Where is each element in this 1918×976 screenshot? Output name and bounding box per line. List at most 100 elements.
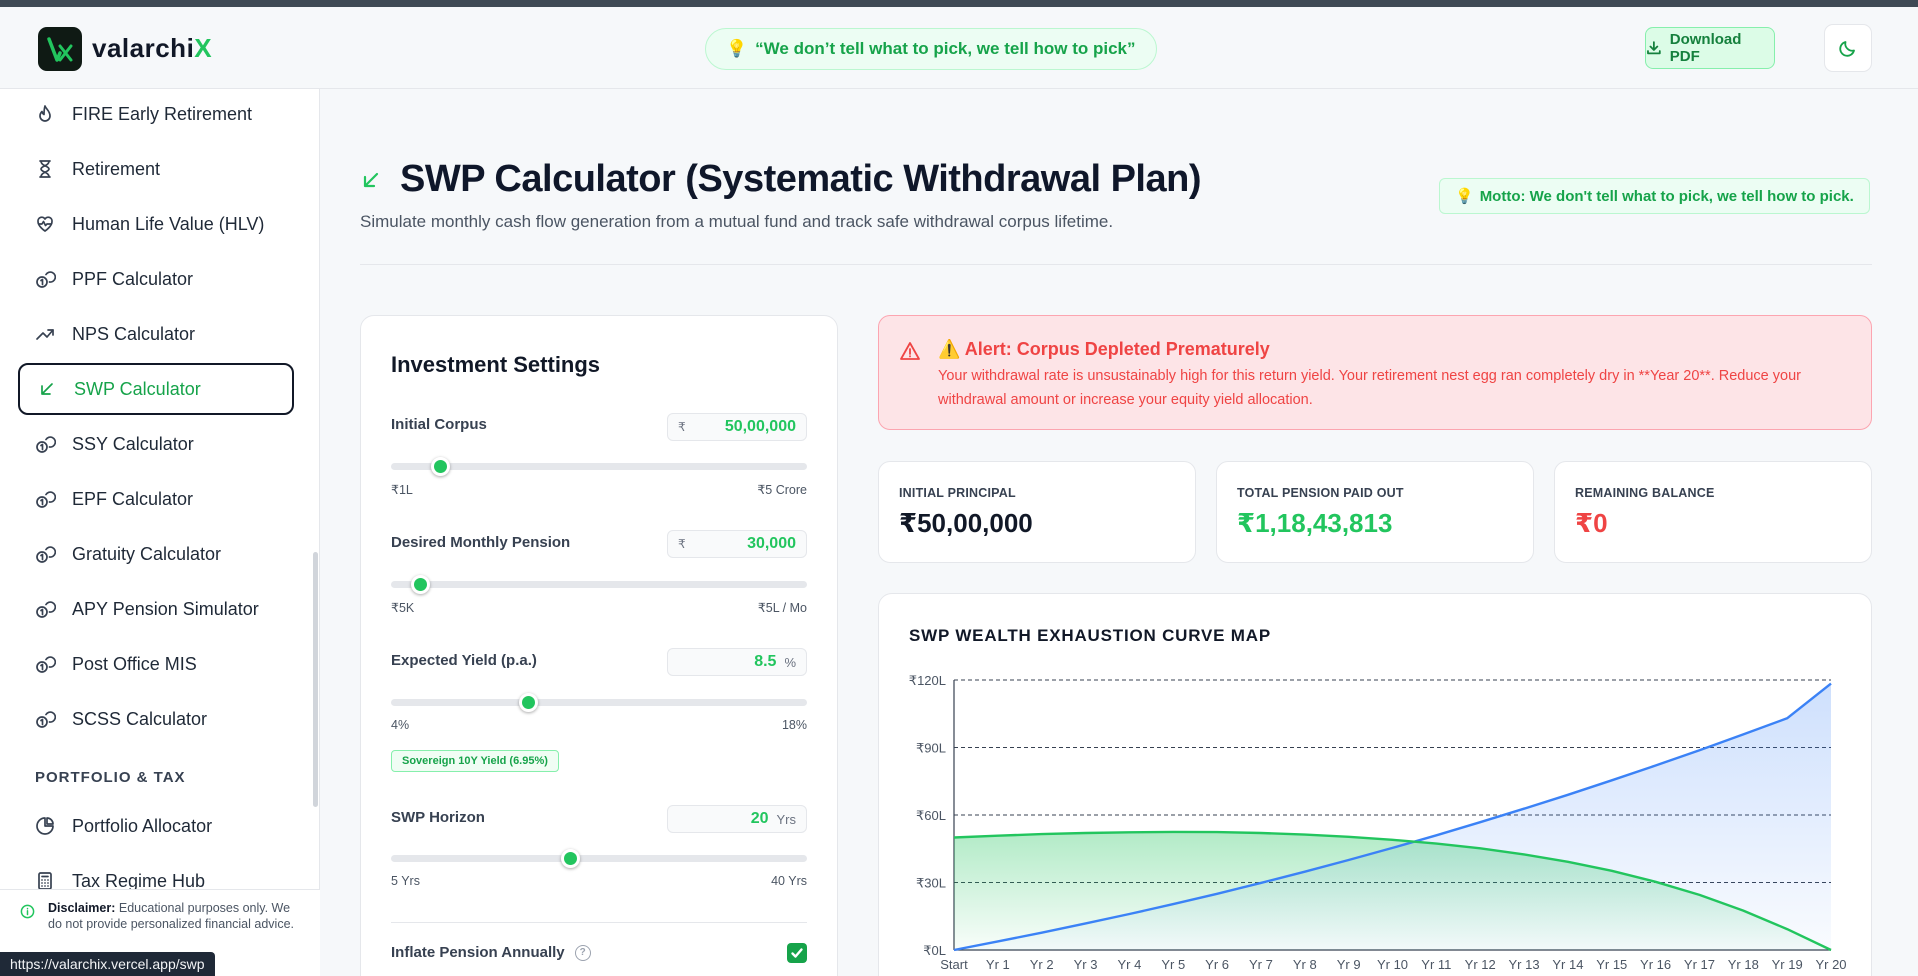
coins-icon [34,488,56,510]
sidebar-item-epf-calculator[interactable]: EPF Calculator [18,473,294,525]
pension-min-label: ₹5K [391,601,415,615]
sidebar-item-label: SSY Calculator [72,433,194,454]
metric-label: INITIAL PRINCIPAL [899,486,1016,500]
sidebar-item-fire-early-retirement[interactable]: FIRE Early Retirement [18,88,294,140]
sidebar-item-ppf-calculator[interactable]: PPF Calculator [18,253,294,305]
download-pdf-button[interactable]: Download PDF [1645,27,1775,69]
slider-thumb[interactable] [431,457,451,476]
header-divider [360,264,1872,265]
wealth-curve-chart[interactable]: ₹0L ₹30L ₹60L ₹90L ₹120L Start Yr 1 Yr 2 Yr 3 Yr … [879,594,1873,976]
corpus-min-label: ₹1L [391,483,413,497]
theme-toggle-button[interactable] [1824,24,1872,72]
alert-title: ⚠️ Alert: Corpus Depleted Prematurely [938,339,1270,359]
pension-max-label: ₹5L / Mo [757,601,807,615]
sidebar-item-label: PPF Calculator [72,268,194,289]
x-tick-label: Yr 2 [1030,957,1054,972]
slider-thumb[interactable] [560,849,580,868]
yield-min-label: 4% [391,718,410,732]
inflate-pension-text: Inflate Pension Annually [391,944,565,961]
moon-icon [1839,41,1855,57]
sidebar-item-post-office-mis[interactable]: Post Office MIS [18,638,294,690]
settings-divider [391,922,807,923]
coins-icon [34,598,56,620]
swp-horizon-input[interactable]: 20 Yrs [667,805,807,833]
top-border [0,0,1918,7]
metric-total-pension: TOTAL PENSION PAID OUT ₹1,18,43,813 [1216,461,1534,563]
brand-name[interactable]: valarchiX [92,33,212,64]
header-quote: 💡 “We don’t tell what to pick, we tell h… [705,28,1157,70]
coins-icon [34,433,56,455]
slider-thumb[interactable] [411,575,431,594]
sidebar-item-label: Human Life Value (HLV) [72,213,265,234]
metric-initial-principal: INITIAL PRINCIPAL ₹50,00,000 [878,461,1196,563]
monthly-pension-input[interactable]: ₹ 30,000 [667,530,807,558]
logo-icon[interactable] [38,27,82,71]
y-tick-label: ₹90L [916,741,946,756]
slider-thumb[interactable] [519,693,539,712]
settings-title: Investment Settings [391,352,601,377]
y-tick-label: ₹60L [916,808,946,823]
sidebar-item-label: SWP Calculator [74,378,201,399]
monthly-pension-slider[interactable] [391,575,807,594]
arrow-down-left-icon [363,172,379,187]
y-tick-label: ₹30L [916,876,946,891]
x-tick-label: Yr 12 [1465,957,1496,972]
x-tick-label: Yr 5 [1161,957,1185,972]
wealth-curve-card: SWP WEALTH EXHAUSTION CURVE MAP ₹0L ₹30L ₹… [878,593,1872,976]
trending-up-icon [34,323,56,345]
x-tick-label: Yr 1 [986,957,1010,972]
sidebar-item-label: SCSS Calculator [72,708,208,729]
yield-max-label: 18% [781,718,807,732]
metric-remaining-balance: REMAINING BALANCE ₹0 [1554,461,1872,563]
inflate-pension-checkbox[interactable] [787,943,807,963]
coins-icon [34,543,56,565]
swp-horizon-label: SWP Horizon [391,809,485,826]
brand-name-main: valarchi [92,33,195,63]
sidebar-scrollbar[interactable] [313,552,318,807]
inflate-pension-label: Inflate Pension Annually ? [391,944,591,961]
sidebar-item-label: FIRE Early Retirement [72,103,253,124]
sidebar-item-scss-calculator[interactable]: SCSS Calculator [18,693,294,745]
metric-label: REMAINING BALANCE [1575,486,1715,500]
download-icon [1647,41,1661,55]
sovereign-yield-badge[interactable]: Sovereign 10Y Yield (6.95%) [391,750,559,772]
sidebar-item-apy-pension-simulator[interactable]: APY Pension Simulator [18,583,294,635]
expected-yield-input[interactable]: 8.5 % [667,648,807,676]
sidebar-item-ssy-calculator[interactable]: SSY Calculator [18,418,294,470]
sidebar-item-label: APY Pension Simulator [72,598,259,619]
initial-corpus-input[interactable]: ₹ 50,00,000 [667,413,807,441]
x-tick-label: Yr 13 [1509,957,1540,972]
investment-settings-card: Investment Settings Initial Corpus ₹ 50,… [360,315,838,976]
x-tick-label: Start [940,957,968,972]
y-tick-label: ₹120L [909,673,946,688]
coins-icon [34,708,56,730]
x-tick-label: Yr 3 [1074,957,1098,972]
help-icon[interactable]: ? [574,944,591,961]
sidebar-item-human-life-value-hlv[interactable]: Human Life Value (HLV) [18,198,294,250]
expected-yield-slider[interactable] [391,693,807,712]
metric-value: ₹50,00,000 [899,508,1033,538]
x-tick-label: Yr 6 [1205,957,1229,972]
y-tick-label: ₹0L [923,943,946,958]
rupee-prefix: ₹ [678,537,686,551]
sidebar-item-retirement[interactable]: Retirement [18,143,294,195]
percent-suffix: % [784,654,796,670]
x-tick-label: Yr 16 [1640,957,1671,972]
x-tick-label: Yr 7 [1249,957,1273,972]
pie-chart-icon [34,815,56,837]
sidebar-section-title: PORTFOLIO & TAX [35,769,186,786]
x-tick-label: Yr 14 [1552,957,1583,972]
x-tick-label: Yr 18 [1728,957,1759,972]
sidebar-item-swp-calculator[interactable]: SWP Calculator [18,363,294,415]
initial-corpus-slider[interactable] [391,457,807,476]
initial-corpus-label: Initial Corpus [391,416,487,433]
swp-horizon-slider[interactable] [391,849,807,868]
sidebar-item-portfolio-allocator[interactable]: Portfolio Allocator [18,800,294,852]
alert-text: Your withdrawal rate is unsustainably hi… [938,368,1801,408]
sidebar-item-nps-calculator[interactable]: NPS Calculator [18,308,294,360]
coins-icon [34,268,56,290]
heart-pulse-icon [34,213,56,235]
coins-icon [34,653,56,675]
sidebar-item-gratuity-calculator[interactable]: Gratuity Calculator [18,528,294,580]
download-pdf-label: Download PDF [1669,31,1742,65]
